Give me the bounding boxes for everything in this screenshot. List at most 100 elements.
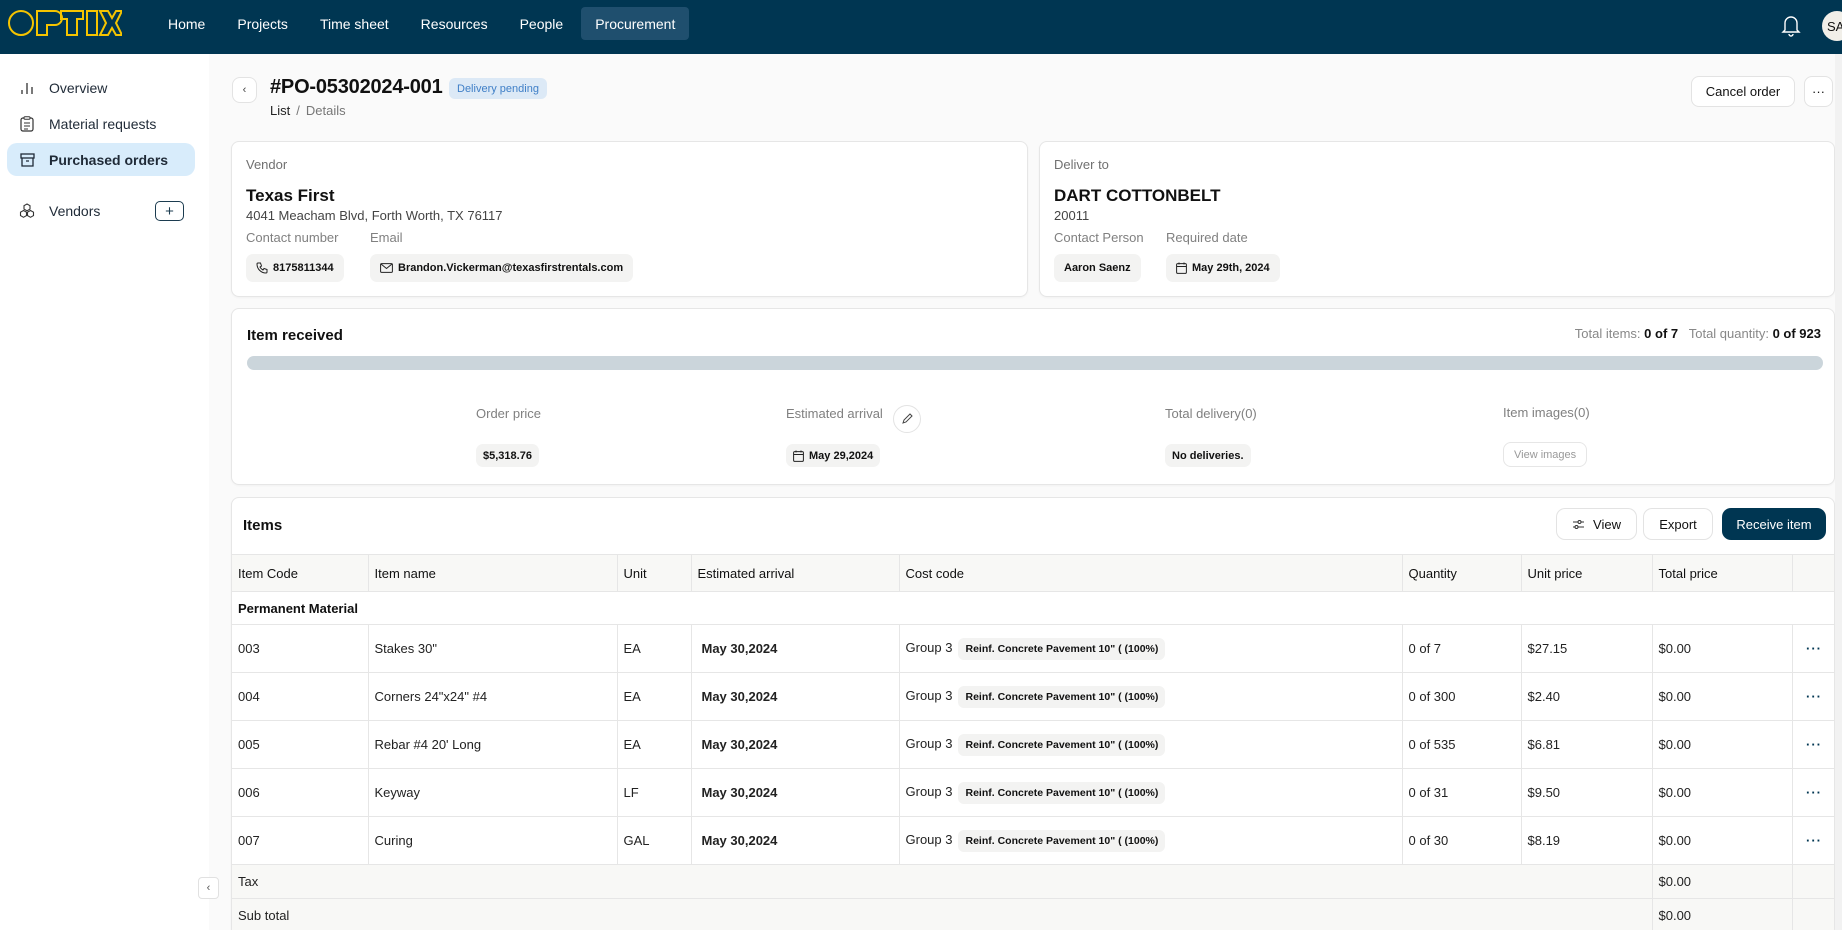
table-row[interactable]: 004 Corners 24"x24" #4 EA May 30,2024 Group …: [232, 672, 1834, 721]
item-name-cell: Stakes 30": [367, 624, 618, 673]
pencil-icon: [902, 413, 913, 424]
mail-icon: [380, 263, 393, 273]
back-button[interactable]: ‹: [232, 77, 257, 103]
optix-logo[interactable]: [8, 9, 122, 37]
email-value: Brandon.Vickerman@texasfirstrentals.com: [398, 262, 624, 274]
required-date-value: May 29th, 2024: [1192, 262, 1270, 274]
nav-home[interactable]: Home: [154, 7, 219, 40]
column-header[interactable]: Unit: [616, 554, 692, 592]
row-more-button[interactable]: ···: [1791, 624, 1834, 673]
column-header[interactable]: Unit price: [1520, 554, 1653, 592]
cost-code-cell: Group 3 Reinf. Concrete Pavement 10" ( (1…: [898, 720, 1403, 769]
quantity-cell: 0 of 30: [1401, 816, 1522, 865]
email-chip[interactable]: Brandon.Vickerman@texasfirstrentals.com: [370, 254, 634, 282]
cost-group: Group 3: [905, 735, 953, 751]
item-code-cell: 005: [232, 720, 369, 769]
unit-cell: EA: [616, 720, 692, 769]
cost-code-chip: Reinf. Concrete Pavement 10" ( (100%): [958, 829, 1166, 852]
received-progress-bar: [247, 356, 1823, 370]
subtotal-row-spacer: [1791, 898, 1834, 930]
total-price-cell: $0.00: [1651, 768, 1793, 817]
page-scrollbar[interactable]: [1835, 54, 1842, 930]
sidebar-item-purchased-orders[interactable]: Purchased orders: [7, 143, 195, 176]
table-row[interactable]: 005 Rebar #4 20' Long EA May 30,2024 Group 3…: [232, 720, 1834, 769]
item-name-cell: Rebar #4 20' Long: [367, 720, 618, 769]
items-card: Items View Export Receive item Item Code…: [231, 497, 1835, 930]
row-more-button[interactable]: ···: [1791, 816, 1834, 865]
contact-number-label: Contact number: [246, 230, 339, 245]
project-code: 20011: [1054, 208, 1090, 223]
group-row: Permanent Material: [232, 591, 1834, 625]
column-header[interactable]: Estimated arrival: [690, 554, 900, 592]
item-code-cell: 007: [232, 816, 369, 865]
collapse-sidebar-button[interactable]: ‹: [198, 877, 219, 899]
nav-projects[interactable]: Projects: [223, 7, 302, 40]
row-more-button[interactable]: ···: [1791, 672, 1834, 721]
total-price-cell: $0.00: [1651, 624, 1793, 673]
cost-code-cell: Group 3 Reinf. Concrete Pavement 10" ( (1…: [898, 768, 1403, 817]
clipboard-icon: [19, 115, 35, 132]
unit-cell: EA: [616, 624, 692, 673]
export-button[interactable]: Export: [1643, 508, 1713, 540]
top-navigation-bar: Home Projects Time sheet Resources Peopl…: [0, 0, 1842, 54]
cost-code-cell: Group 3 Reinf. Concrete Pavement 10" ( (1…: [898, 816, 1403, 865]
view-images-button[interactable]: View images: [1503, 442, 1588, 467]
estimated-arrival-value: May 29,2024: [809, 449, 874, 462]
column-header[interactable]: Total price: [1651, 554, 1793, 592]
project-name: DART COTTONBELT: [1054, 186, 1221, 205]
table-row[interactable]: 007 Curing GAL May 30,2024 Group 3 Reinf. Con…: [232, 816, 1834, 865]
estimated-arrival-chip: May 29,2024: [786, 444, 881, 467]
total-delivery-chip: No deliveries.: [1165, 444, 1251, 467]
item-code-cell: 004: [232, 672, 369, 721]
table-row[interactable]: 006 Keyway LF May 30,2024 Group 3 Reinf. Conc…: [232, 768, 1834, 817]
item-code-cell: 003: [232, 624, 369, 673]
column-header-actions: [1791, 554, 1834, 592]
deliver-to-section-label: Deliver to: [1054, 157, 1109, 172]
breadcrumb: List / Details: [270, 103, 346, 118]
arrival-cell: May 30,2024: [690, 816, 900, 865]
bell-icon[interactable]: [1780, 13, 1802, 37]
nav-procurement[interactable]: Procurement: [581, 7, 690, 40]
user-avatar[interactable]: SA: [1822, 11, 1842, 41]
edit-arrival-button[interactable]: [893, 405, 921, 433]
unit-price-cell: $9.50: [1520, 768, 1653, 817]
column-header[interactable]: Cost code: [898, 554, 1403, 592]
row-more-button[interactable]: ···: [1791, 768, 1834, 817]
add-vendor-button[interactable]: +: [155, 201, 184, 221]
unit-cell: EA: [616, 672, 692, 721]
subtotal-row-value: $0.00: [1651, 898, 1793, 930]
item-received-card: Item received Total items: 0 of 7 Total …: [231, 308, 1835, 485]
nav-people[interactable]: People: [506, 7, 578, 40]
vendor-section-label: Vendor: [246, 157, 288, 172]
nav-time-sheet[interactable]: Time sheet: [306, 7, 403, 40]
sidebar: Overview Material requests Purchased ord…: [0, 54, 209, 930]
item-name-cell: Curing: [367, 816, 618, 865]
total-items-label: Total items:: [1574, 326, 1641, 341]
column-header[interactable]: Item Code: [232, 554, 369, 592]
more-options-button[interactable]: ···: [1804, 76, 1833, 107]
cost-group: Group 3: [905, 831, 953, 847]
cancel-order-button[interactable]: Cancel order: [1691, 76, 1795, 107]
boxes-icon: [19, 202, 35, 219]
cost-code-cell: Group 3 Reinf. Concrete Pavement 10" ( (1…: [898, 672, 1403, 721]
subtotal-row: Sub total $0.00: [232, 898, 1834, 930]
nav-resources[interactable]: Resources: [407, 7, 502, 40]
row-more-button[interactable]: ···: [1791, 720, 1834, 769]
tax-row-spacer: [1791, 864, 1834, 899]
item-name-cell: Keyway: [367, 768, 618, 817]
column-header[interactable]: Item name: [367, 554, 618, 592]
table-header-row: Item Code Item name Unit Estimated arriv…: [232, 554, 1834, 592]
item-received-title: Item received: [247, 327, 343, 344]
view-button[interactable]: View: [1556, 508, 1637, 540]
breadcrumb-list-link[interactable]: List: [270, 103, 290, 118]
order-price-label: Order price: [476, 406, 542, 421]
arrival-cell: May 30,2024: [690, 768, 900, 817]
sidebar-item-overview[interactable]: Overview: [7, 71, 195, 104]
sidebar-item-material-requests[interactable]: Material requests: [7, 107, 195, 140]
receive-item-button[interactable]: Receive item: [1722, 508, 1826, 540]
estimated-arrival-label: Estimated arrival: [786, 406, 883, 421]
received-totals: Total items: 0 of 7 Total quantity: 0 of…: [1575, 326, 1821, 341]
table-row[interactable]: 003 Stakes 30" EA May 30,2024 Group 3 Reinf. …: [232, 624, 1834, 673]
contact-number-chip[interactable]: 8175811344: [246, 254, 344, 282]
column-header[interactable]: Quantity: [1401, 554, 1522, 592]
